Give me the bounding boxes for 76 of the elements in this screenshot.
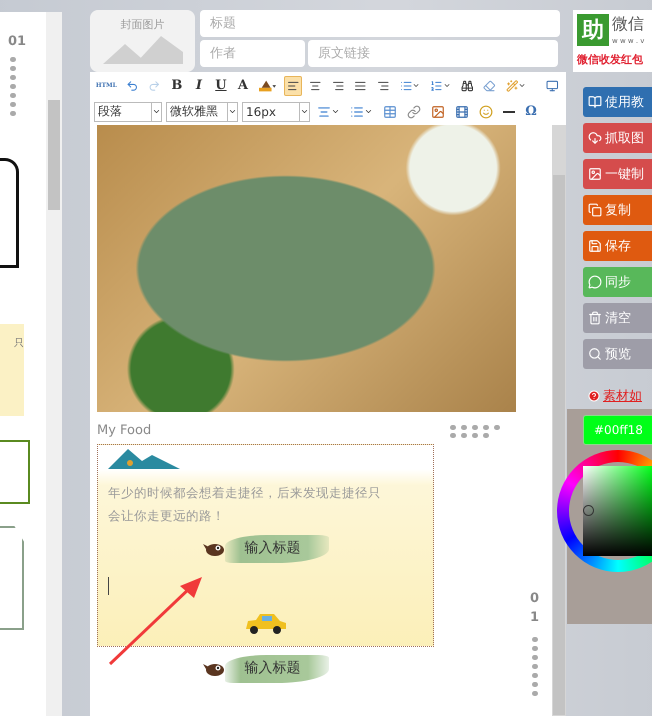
frame-drawing — [0, 440, 30, 504]
picker-handle[interactable] — [583, 505, 594, 516]
saturation-square[interactable] — [583, 466, 652, 556]
line-icon — [503, 110, 515, 112]
title-banner[interactable]: 输入标题 — [224, 655, 328, 683]
logo-name: 微信 — [612, 14, 645, 35]
dropdown[interactable]: 16px — [242, 102, 310, 122]
cloud-download-icon — [588, 131, 602, 145]
dots-drawing — [10, 57, 16, 116]
caret-icon — [152, 107, 161, 116]
book-icon — [588, 95, 602, 109]
picture-icon — [588, 167, 602, 181]
logo-mark: 助 — [577, 14, 609, 46]
action-button[interactable]: 一键制 — [583, 159, 652, 189]
caret-icon — [331, 107, 340, 116]
title-field[interactable]: 标题 — [200, 10, 560, 37]
note-text: 只 — [14, 337, 24, 351]
author-field[interactable]: 作者 — [200, 40, 305, 67]
action-button[interactable]: 预览 — [583, 339, 652, 369]
binoculars-icon — [460, 78, 474, 92]
redo-icon — [148, 78, 161, 92]
dropdown[interactable]: 微软雅黑 — [166, 102, 238, 122]
magic-wand-icon — [506, 78, 518, 92]
help-icon — [588, 390, 600, 402]
image-caption: My Food — [97, 423, 152, 438]
dropdown[interactable]: 段落 — [94, 102, 162, 122]
undo-icon — [126, 78, 138, 92]
numbered-list-icon — [430, 78, 443, 92]
chat-bubbles-icon — [588, 275, 602, 289]
help-link[interactable]: 素材如 — [588, 387, 652, 405]
save-icon — [588, 239, 602, 253]
monitor-icon — [546, 78, 560, 92]
eraser-icon — [483, 78, 496, 92]
scrollbar[interactable] — [46, 12, 62, 716]
picture-icon — [431, 104, 445, 118]
action-button[interactable]: 保存 — [583, 231, 652, 261]
film-icon — [455, 104, 469, 118]
caret-icon — [518, 81, 526, 90]
text-cursor — [108, 577, 109, 595]
action-button[interactable]: 使用教 — [583, 87, 652, 117]
action-button[interactable]: 抓取图 — [583, 123, 652, 153]
special-character-button[interactable]: Ω — [522, 102, 540, 122]
step-number: 0 — [530, 591, 540, 606]
cover-label: 封面图片 — [120, 17, 164, 32]
spacing-icon — [317, 104, 331, 118]
mountain-icon — [108, 447, 180, 469]
italic-button[interactable]: I — [190, 76, 208, 96]
highlighter-icon — [258, 80, 277, 92]
bold-button[interactable]: B — [168, 76, 186, 96]
action-button[interactable]: 复制 — [583, 195, 652, 225]
dots-drawing — [450, 425, 500, 438]
title-banner[interactable]: 输入标题 — [224, 535, 328, 563]
scrollbar[interactable] — [552, 125, 566, 716]
caret-icon — [228, 107, 237, 116]
table-icon — [383, 104, 397, 118]
caret-icon — [300, 107, 309, 116]
line-height-icon — [350, 104, 364, 118]
action-button[interactable]: 清空 — [583, 303, 652, 333]
align-button[interactable] — [284, 76, 302, 96]
logo-slogan: 微信收发红包 — [577, 52, 644, 68]
font-color-button[interactable]: A — [234, 76, 252, 96]
caret-icon — [442, 81, 451, 90]
link-icon — [407, 104, 421, 118]
trash-icon — [588, 311, 602, 325]
car-icon — [244, 611, 288, 635]
copy-icon — [588, 203, 602, 217]
smiley-icon — [479, 104, 493, 118]
dots-drawing — [532, 637, 538, 696]
step-number: 01 — [8, 34, 26, 49]
step-number: 1 — [530, 610, 540, 625]
quote-text: 年少的时候都会想着走捷径，后来发现走捷径只会让你走更远的路！ — [108, 484, 382, 525]
underline-button[interactable]: U — [212, 76, 230, 96]
source-link-field[interactable]: 原文链接 — [308, 40, 558, 67]
search-icon — [588, 347, 602, 361]
caret-icon — [412, 81, 420, 90]
caret-icon — [364, 107, 373, 116]
